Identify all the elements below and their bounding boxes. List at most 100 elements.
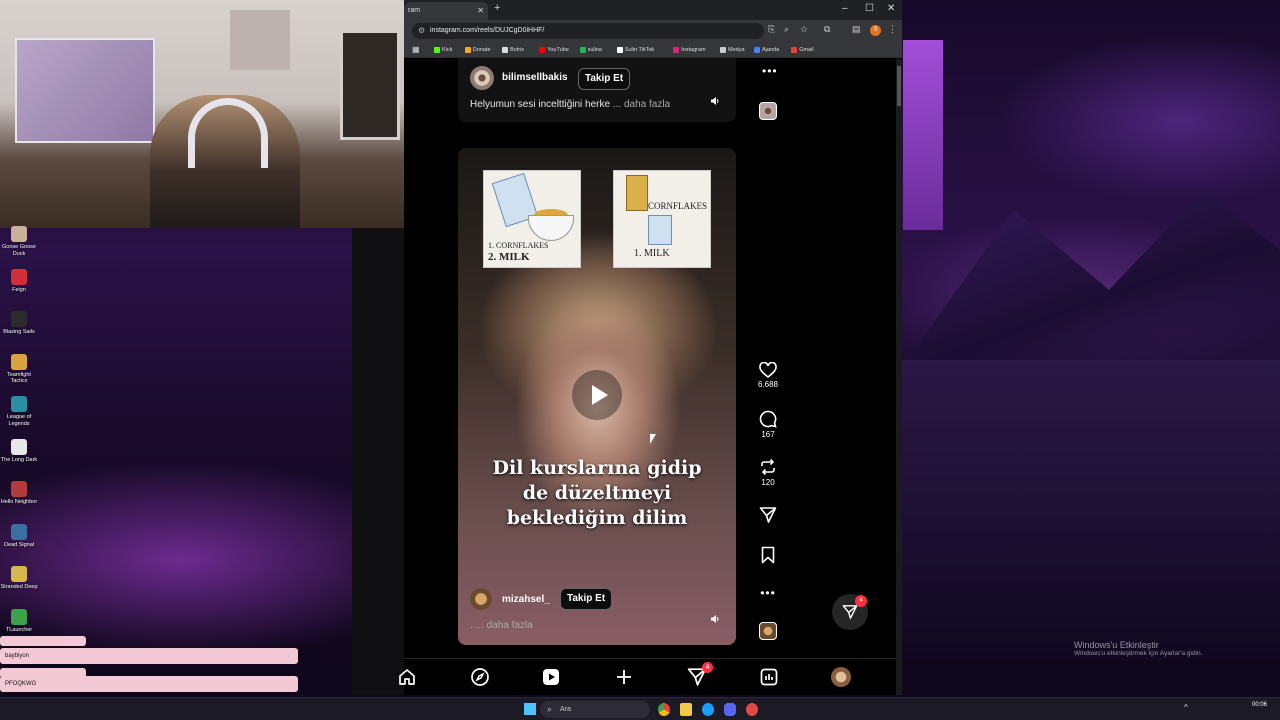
sidebar-icon[interactable]: ▤ (852, 24, 861, 35)
address-bar[interactable]: ⚙ instagram.com/reels/DUJCgD0iHHF/ (412, 23, 764, 39)
bookmark-item[interactable]: Botrix (502, 45, 524, 55)
bottom-nav-icons: 4 (399, 658, 896, 695)
site-info-icon[interactable]: ⚙ (418, 23, 425, 39)
chrome-icon[interactable] (658, 703, 670, 716)
mouse-cursor (650, 434, 656, 444)
like-button[interactable]: 6.688 (756, 362, 780, 389)
taskbar-search[interactable]: ⌕ Ara (540, 701, 650, 718)
new-tab-icon[interactable]: + (494, 2, 500, 14)
nav-reels[interactable] (541, 667, 561, 687)
nav-messages[interactable]: 4 (687, 662, 713, 687)
nav-home[interactable] (397, 667, 417, 687)
start-icon[interactable] (524, 703, 536, 715)
profile-avatar[interactable]: S (870, 25, 881, 36)
close-window-icon[interactable]: ✕ (887, 3, 895, 14)
bookmark-item[interactable]: Ajanda (754, 45, 779, 55)
browser-window: ram ✕ + – ☐ ✕ ⚙ instagram.com/reels/DUJC… (404, 0, 902, 695)
comment-button[interactable]: 167 (756, 410, 780, 439)
search-icon: ⌕ (547, 704, 553, 714)
desktop-icon[interactable]: Stranded Deep (0, 566, 38, 591)
nav-dashboard[interactable] (759, 667, 779, 687)
bowl (528, 215, 574, 241)
nav-profile-avatar[interactable] (831, 667, 851, 687)
overlay-line: de düzeltmeyi (522, 482, 672, 504)
webcam-overlay (0, 0, 404, 228)
more-options-icon[interactable]: ••• (762, 64, 778, 78)
more-link[interactable]: ... daha fazla (613, 99, 670, 110)
watermark-title: Windows'u Etkinleştir (1074, 640, 1159, 650)
bookmark-label: YouTube (547, 47, 569, 53)
nav-explore[interactable] (470, 667, 490, 687)
bookmark-item[interactable]: Kick (434, 45, 452, 55)
bookmark-star-icon[interactable]: ☆ (800, 24, 808, 35)
obs-icon[interactable] (746, 703, 758, 716)
username-link[interactable]: mizahsel_ (502, 594, 550, 605)
username-link[interactable]: bilimsellbakis (502, 72, 568, 83)
scrollbar-thumb[interactable] (897, 66, 901, 106)
bookmark-item[interactable]: Donate (464, 45, 491, 55)
folder-icon[interactable] (680, 703, 692, 716)
minimize-icon[interactable]: – (842, 3, 848, 14)
desktop-icon-label: TLauncher (5, 626, 33, 633)
desktop-icon[interactable]: Hello Neighbor (0, 481, 38, 506)
bookmark-favicon-icon (720, 46, 726, 53)
user-avatar[interactable] (470, 66, 494, 90)
more-link[interactable]: . ... daha fazla (470, 620, 533, 631)
extensions-icon[interactable]: ⧉ (824, 24, 830, 35)
scrollbar[interactable] (896, 60, 902, 695)
bookmark-label: sulina (587, 47, 602, 53)
nav-create[interactable] (614, 667, 634, 687)
install-icon[interactable]: ⎘ (768, 24, 775, 35)
volume-icon[interactable] (710, 614, 720, 626)
follow-button[interactable]: Takip Et (560, 588, 613, 610)
bookmark-item[interactable]: Medya (720, 45, 745, 55)
desktop-icon[interactable]: Blazing Sails (0, 311, 38, 336)
menu-icon[interactable]: ⋮ (888, 24, 897, 35)
send-icon (759, 507, 777, 523)
audio-thumbnail[interactable] (759, 102, 777, 120)
previous-reel-footer: bilimsellbakis Takip Et Helyumun sesi in… (458, 58, 736, 122)
overlay-line: Dil kurslarına gidip (492, 457, 702, 479)
bookmark-item[interactable]: Instagram (673, 45, 706, 55)
bookmark-item[interactable]: YouTube (539, 45, 569, 55)
activation-watermark: Windows'u Etkinleştir Windows'u etkinleş… (1074, 640, 1202, 657)
discord-icon[interactable] (724, 703, 736, 716)
bookmark-favicon-icon (579, 46, 586, 53)
desktop-icon[interactable]: Feign (0, 268, 38, 294)
repost-button[interactable]: 120 (756, 458, 780, 487)
clock-time: 00:06 (1252, 702, 1268, 708)
desktop-icon[interactable]: TLauncher (0, 608, 38, 634)
zoom-icon[interactable]: ⌕ (784, 24, 789, 35)
tab-bar: ram ✕ + – ☐ ✕ (404, 0, 902, 20)
tab-instagram[interactable]: ram ✕ (404, 2, 488, 20)
taskbar-clock[interactable]: 00:06 (1252, 701, 1267, 709)
save-button[interactable] (756, 546, 780, 564)
user-avatar[interactable] (470, 588, 492, 610)
follow-button[interactable]: Takip Et (578, 68, 631, 90)
more-options-icon[interactable]: ••• (756, 586, 780, 600)
desktop-icon[interactable]: The Long Dark (0, 438, 38, 464)
audio-thumbnail[interactable] (759, 622, 777, 640)
bookmark-item[interactable]: sulina (579, 45, 602, 55)
apps-grid-icon[interactable]: ▦ (412, 45, 420, 55)
bookmark-item[interactable]: Sulin TikTok (616, 45, 654, 55)
messages-fab[interactable]: 4 (832, 594, 868, 630)
close-tab-icon[interactable]: ✕ (477, 2, 484, 20)
maximize-icon[interactable]: ☐ (865, 3, 874, 14)
wall-frame (340, 30, 400, 140)
compass-icon (471, 668, 489, 686)
volume-icon[interactable] (710, 96, 720, 108)
desktop-icon[interactable]: League of Legends (0, 396, 38, 427)
bookmark-item[interactable]: Gmail (791, 45, 814, 55)
desktop-icon[interactable]: Goose Goose Duck (0, 226, 38, 257)
play-icon[interactable] (572, 370, 622, 420)
tray-chevron-icon[interactable]: ^ (1184, 703, 1188, 716)
steam-icon[interactable] (702, 703, 714, 716)
reel-overlay-text: Dil kurslarına gidip de düzeltmeyi bekle… (458, 456, 736, 531)
reels-icon (543, 669, 559, 685)
desktop-icon[interactable]: Teamfight Tactics (0, 353, 38, 385)
share-button[interactable] (756, 506, 780, 524)
reel-video[interactable]: 1. CORNFLAKES 2. MILK CORNFLAKES 1. MILK… (458, 148, 736, 645)
desktop-icon[interactable]: Dead Signal (0, 523, 38, 549)
repost-icon (761, 458, 775, 476)
